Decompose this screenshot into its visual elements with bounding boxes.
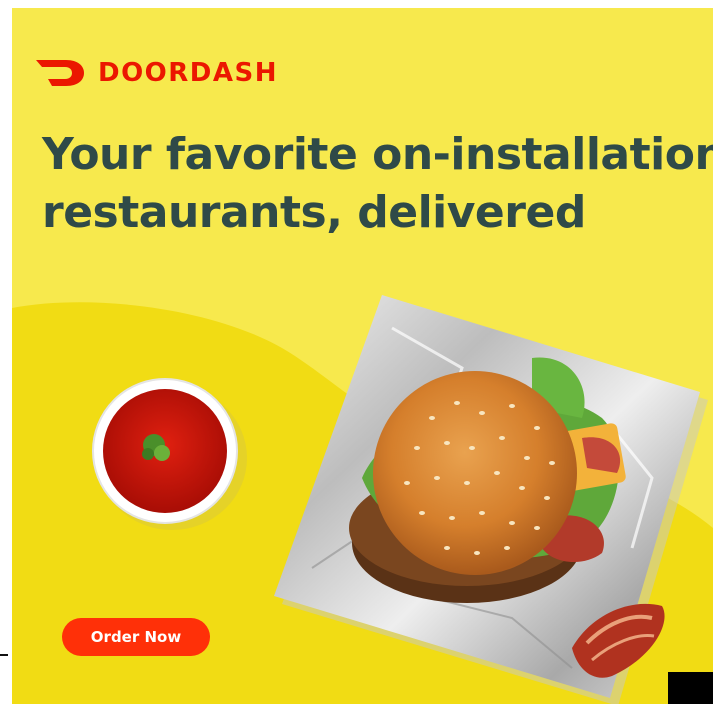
- edge-mark: [0, 654, 8, 656]
- food-illustration: [92, 295, 708, 704]
- doordash-ad-banner[interactable]: DOORDASH Your favorite on-installation r…: [12, 8, 713, 704]
- order-now-button[interactable]: Order Now: [62, 618, 210, 656]
- corner-overlay-block: [668, 672, 713, 704]
- tomato-sauce-bowl: [92, 378, 247, 530]
